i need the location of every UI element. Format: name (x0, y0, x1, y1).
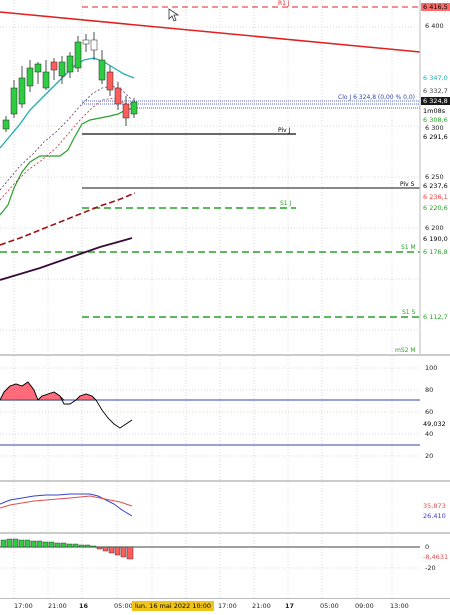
osc1-axis-40: 40 (425, 430, 434, 438)
s1m-label: S1 M (401, 244, 416, 251)
price-axis-6300: 6 300 (425, 124, 444, 132)
mouse-cursor-icon (168, 8, 180, 22)
osc2-blue-tag: 26,410 (423, 512, 446, 520)
oscillator-3-svg[interactable] (0, 534, 450, 598)
oscillator-1-panel[interactable]: 100 80 60 49,032 40 20 (0, 356, 450, 480)
price-tag-red-ma: 6 236,1 (423, 193, 448, 201)
s1s-label: S1 S (402, 309, 416, 316)
price-tag-r1j: 6 416,5 (421, 3, 450, 11)
osc1-grid (0, 356, 420, 480)
crosshair-date-label: lun. 16 mai 2022 10:00 (132, 601, 215, 611)
price-tag-current: 6 324,8 (421, 97, 450, 105)
osc2-red-line (0, 495, 133, 509)
osc3-histogram (0, 538, 134, 560)
price-tag-s1j: 6 220,6 (423, 204, 448, 212)
time-label-2100-a: 21:00 (48, 602, 67, 610)
close-label: Clo J 6 324,8 (0,00 % 0,0) (338, 94, 416, 101)
price-tag-s1m: 6 176,8 (423, 248, 448, 256)
price-axis-6400: 6 400 (425, 22, 444, 30)
time-label-day16: 16 (79, 602, 89, 610)
bar-countdown: 1m08s (423, 107, 446, 115)
oscillator-1-svg[interactable] (0, 356, 450, 480)
ms2m-label: mS2 M (395, 347, 416, 354)
pivot-j-label: Piv J (278, 127, 291, 134)
time-label-0500-a: 05:00 (114, 602, 133, 610)
osc1-axis-20: 20 (425, 452, 434, 460)
osc2-blue-line (0, 493, 133, 517)
time-label-0900: 09:00 (355, 602, 374, 610)
price-tag-6332: 6 332,7 (423, 87, 448, 95)
price-axis-6250: 6 250 (425, 173, 444, 181)
oscillator-3-panel[interactable]: 0 -8,4631 -20 (0, 534, 450, 598)
oscillator-2-panel[interactable]: 35,873 26,410 (0, 482, 450, 532)
time-label-day17: 17 (285, 602, 295, 610)
time-label-1700-b: 17:00 (218, 602, 237, 610)
oscillator-2-svg[interactable] (0, 482, 450, 532)
price-chart-svg[interactable] (0, 0, 450, 354)
time-label-1700-a: 17:00 (14, 602, 33, 610)
osc1-value-tag: 49,032 (423, 420, 446, 428)
price-tag-pivot-j: 6 291,6 (423, 133, 448, 141)
price-tag-6190: 6 190,0 (423, 235, 448, 243)
osc3-axis-0: 0 (425, 543, 430, 551)
red-dashed-line (0, 97, 127, 201)
price-chart-panel[interactable]: R1 J Clo J 6 324,8 (0,00 % 0,0) Piv J Pi… (0, 0, 450, 354)
osc1-axis-100: 100 (425, 364, 438, 372)
osc1-axis-60: 60 (425, 408, 434, 416)
price-tag-green-ma: 6 308,6 (423, 116, 448, 124)
osc3-axis-minus20: -20 (425, 564, 436, 572)
price-tag-teal: 6 347,0 (423, 74, 448, 82)
pivot-s-label: Piv S (400, 181, 415, 188)
dark-purple-ma (0, 237, 133, 281)
osc2-grid (13, 482, 393, 532)
time-label-1300: 13:00 (390, 602, 409, 610)
price-tag-s1s: 6 112,7 (423, 313, 448, 321)
price-axis-6200: 6 200 (425, 224, 444, 232)
osc1-axis-80: 80 (425, 386, 434, 394)
s1j-label: S1 J (280, 200, 292, 207)
time-label-0500-b: 05:00 (320, 602, 339, 610)
dark-red-ma (0, 192, 136, 246)
price-tag-pivot-s: 6 237,6 (423, 182, 448, 190)
r1j-label: R1 J (278, 0, 290, 7)
osc2-red-tag: 35,873 (423, 502, 446, 510)
grid-vertical (13, 0, 393, 354)
time-label-2100-b: 21:00 (252, 602, 271, 610)
osc3-value-tag: -8,4631 (423, 553, 449, 561)
